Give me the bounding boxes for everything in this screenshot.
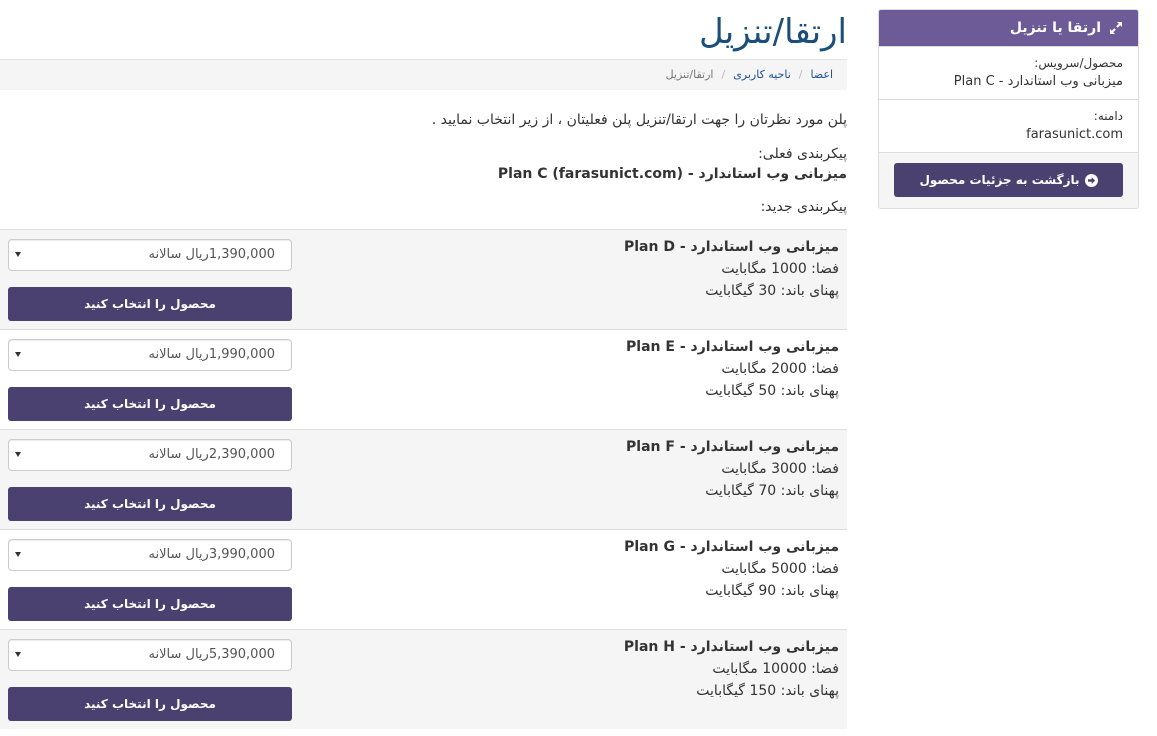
new-config-label: پیکربندی جدید:: [760, 199, 847, 215]
plan-space: فضا: 5000 مگابایت: [721, 561, 839, 577]
choose-product-button[interactable]: محصول را انتخاب کنید: [8, 387, 292, 421]
plan-name: میزبانی وب استاندارد - Plan H: [623, 639, 839, 655]
plan-name: میزبانی وب استاندارد - Plan F: [626, 439, 839, 455]
plan-bandwidth: پهنای باند: 50 گیگابایت: [705, 383, 839, 399]
breadcrumb-link-members[interactable]: اعضا: [810, 68, 833, 81]
choose-product-button[interactable]: محصول را انتخاب کنید: [8, 687, 292, 721]
expand-arrows-icon: [1109, 21, 1123, 35]
breadcrumb: اعضا / ناحیه کاربری / ارتقا/تنزیل: [0, 60, 847, 90]
plan-space: فضا: 2000 مگابایت: [721, 361, 839, 377]
plans-table: میزبانی وب استاندارد - Plan D فضا: 1000 …: [0, 229, 847, 729]
dropdown-caret-icon: [15, 452, 21, 457]
billing-cycle-select[interactable]: 1,390,000ریال سالانه: [8, 239, 292, 271]
plan-row-f: میزبانی وب استاندارد - Plan F فضا: 3000 …: [0, 429, 847, 529]
sidebar-product-row: محصول/سرویس: میزبانی وب استاندارد - Plan…: [879, 46, 1138, 99]
sidebar-panel-footer: بازگشت به جزئیات محصول: [879, 152, 1138, 208]
sidebar-panel-title: ارتقا یا تنزیل: [1009, 20, 1101, 36]
billing-cycle-value: 1,390,000ریال سالانه: [148, 247, 275, 262]
plan-row-e: میزبانی وب استاندارد - Plan E فضا: 2000 …: [0, 329, 847, 429]
current-config-value: میزبانی وب استاندارد - Plan C (farasunic…: [497, 166, 847, 182]
sidebar-domain-row: دامنه: farasunict.com: [879, 99, 1138, 152]
product-label: محصول/سرویس:: [1034, 56, 1123, 70]
plan-bandwidth: پهنای باند: 70 گیگابایت: [705, 483, 839, 499]
plan-space: فضا: 3000 مگابایت: [721, 461, 839, 477]
product-value: میزبانی وب استاندارد - Plan C: [953, 74, 1123, 89]
plan-name: میزبانی وب استاندارد - Plan G: [624, 539, 839, 555]
domain-value: farasunict.com: [1026, 127, 1123, 142]
sidebar-panel-heading: ارتقا یا تنزیل: [879, 10, 1138, 46]
breadcrumb-current: ارتقا/تنزیل: [665, 68, 714, 81]
back-button-label: بازگشت به جزئیات محصول: [919, 173, 1080, 187]
plan-bandwidth: پهنای باند: 30 گیگابایت: [705, 283, 839, 299]
dropdown-caret-icon: [15, 652, 21, 657]
dropdown-caret-icon: [15, 352, 21, 357]
plan-row-g: میزبانی وب استاندارد - Plan G فضا: 5000 …: [0, 529, 847, 629]
choose-product-button[interactable]: محصول را انتخاب کنید: [8, 287, 292, 321]
sidebar-upgrade-panel: ارتقا یا تنزیل محصول/سرویس: میزبانی وب ا…: [878, 9, 1139, 209]
plan-bandwidth: پهنای باند: 150 گیگابایت: [696, 683, 839, 699]
plan-space: فضا: 1000 مگابایت: [721, 261, 839, 277]
plan-info: میزبانی وب استاندارد - Plan G فضا: 5000 …: [624, 536, 839, 602]
billing-cycle-select[interactable]: 3,990,000ریال سالانه: [8, 539, 292, 571]
plan-info: میزبانی وب استاندارد - Plan H فضا: 10000…: [624, 636, 839, 702]
billing-cycle-value: 3,990,000ریال سالانه: [148, 547, 275, 562]
breadcrumb-separator: /: [721, 68, 726, 81]
page-title: ارتقا/تنزیل: [698, 12, 847, 52]
billing-cycle-select[interactable]: 5,390,000ریال سالانه: [8, 639, 292, 671]
plan-row-d: میزبانی وب استاندارد - Plan D فضا: 1000 …: [0, 229, 847, 329]
billing-cycle-select[interactable]: 1,990,000ریال سالانه: [8, 339, 292, 371]
dropdown-caret-icon: [15, 252, 21, 257]
plan-info: میزبانی وب استاندارد - Plan D فضا: 1000 …: [624, 236, 839, 302]
back-to-product-details-button[interactable]: بازگشت به جزئیات محصول: [894, 163, 1123, 197]
plan-name: میزبانی وب استاندارد - Plan D: [624, 239, 839, 255]
plan-info: میزبانی وب استاندارد - Plan E فضا: 2000 …: [626, 336, 839, 402]
breadcrumb-link-client-area[interactable]: ناحیه کاربری: [733, 68, 791, 81]
intro-text: پلن مورد نظرتان را جهت ارتقا/تنزیل پلن ف…: [431, 112, 847, 128]
billing-cycle-select[interactable]: 2,390,000ریال سالانه: [8, 439, 292, 471]
billing-cycle-value: 5,390,000ریال سالانه: [148, 647, 275, 662]
breadcrumb-separator: /: [798, 68, 803, 81]
plan-row-h: میزبانی وب استاندارد - Plan H فضا: 10000…: [0, 629, 847, 729]
plan-name: میزبانی وب استاندارد - Plan E: [626, 339, 839, 355]
plan-bandwidth: پهنای باند: 90 گیگابایت: [705, 583, 839, 599]
plan-info: میزبانی وب استاندارد - Plan F فضا: 3000 …: [626, 436, 839, 502]
choose-product-button[interactable]: محصول را انتخاب کنید: [8, 487, 292, 521]
domain-label: دامنه:: [1093, 109, 1123, 123]
arrow-circle-right-icon: [1084, 173, 1098, 187]
main-content: ارتقا/تنزیل اعضا / ناحیه کاربری / ارتقا/تنزی…: [0, 0, 847, 736]
choose-product-button[interactable]: محصول را انتخاب کنید: [8, 587, 292, 621]
plan-space: فضا: 10000 مگابایت: [712, 661, 839, 677]
billing-cycle-value: 1,990,000ریال سالانه: [148, 347, 275, 362]
dropdown-caret-icon: [15, 552, 21, 557]
billing-cycle-value: 2,390,000ریال سالانه: [148, 447, 275, 462]
